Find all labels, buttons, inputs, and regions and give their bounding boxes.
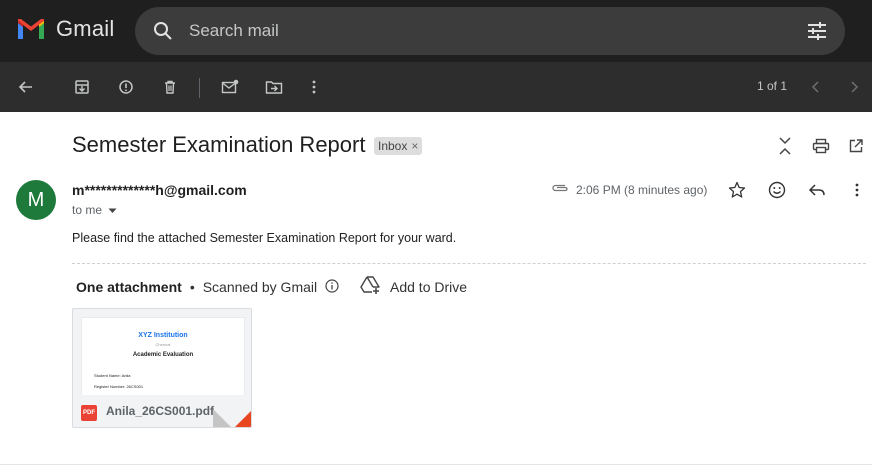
search-icon[interactable] (151, 19, 175, 48)
pdf-icon: PDF (81, 405, 97, 421)
email-body: Please find the attached Semester Examin… (72, 231, 457, 245)
add-to-drive-icon (360, 275, 382, 298)
recipient-row[interactable]: to me (72, 203, 117, 217)
avatar[interactable]: M (16, 180, 56, 220)
delete-icon[interactable] (158, 75, 182, 99)
emoji-icon[interactable] (766, 179, 788, 201)
gmail-wordmark: Gmail (56, 16, 115, 41)
pager-count: 1 of 1 (757, 79, 788, 93)
report-spam-icon[interactable] (114, 75, 138, 99)
add-to-drive-button[interactable]: Add to Drive (360, 275, 467, 298)
inbox-label-chip[interactable]: Inbox × (374, 137, 423, 155)
separator-dot: • (189, 279, 195, 295)
toolbar-divider (199, 78, 200, 98)
gmail-logo[interactable]: Gmail (16, 16, 114, 42)
card-fold-decoration (213, 409, 233, 427)
recipient-label: to me (72, 203, 103, 217)
remove-label-icon[interactable]: × (411, 139, 418, 153)
back-arrow-icon[interactable] (14, 75, 38, 99)
add-to-drive-label: Add to Drive (390, 278, 468, 295)
star-icon[interactable] (726, 179, 748, 201)
more-vert-icon[interactable] (302, 75, 326, 99)
bottom-divider (0, 464, 872, 465)
mark-unread-icon[interactable] (218, 75, 242, 99)
gmail-logo-icon (18, 19, 44, 39)
attachment-summary: One attachment • Scanned by Gmail (76, 278, 339, 296)
scan-status: Scanned by Gmail (202, 279, 318, 295)
attachment-clip-icon (550, 181, 570, 200)
more-vert-icon[interactable] (846, 179, 868, 201)
print-icon[interactable] (810, 135, 832, 157)
archive-icon[interactable] (70, 75, 94, 99)
attachment-count: One attachment (76, 279, 182, 295)
attachment-divider (72, 263, 866, 264)
tune-icon[interactable] (805, 19, 829, 48)
dropdown-arrow-icon[interactable] (108, 203, 117, 217)
preview-institution: XYZ Institution (138, 332, 188, 339)
card-corner-decoration (233, 409, 251, 427)
search-bar[interactable] (135, 7, 845, 55)
top-bar: Gmail (0, 0, 872, 62)
open-new-window-icon[interactable] (845, 135, 867, 157)
move-to-icon[interactable] (262, 75, 286, 99)
sender-address[interactable]: m*************h@gmail.com (72, 182, 247, 198)
email-subject: Semester Examination Report (72, 132, 366, 157)
chevron-right-icon[interactable] (842, 75, 866, 99)
preview-subtitle: Chennai (155, 342, 171, 347)
attachment-preview: XYZ Institution Chennai Academic Evaluat… (81, 317, 245, 401)
reply-icon[interactable] (806, 179, 828, 201)
chevron-left-icon[interactable] (804, 75, 828, 99)
attachment-footer: PDF Anila_26CS001.pdf (73, 395, 251, 427)
email-timestamp: 2:06 PM (8 minutes ago) (576, 183, 708, 197)
attachment-card[interactable]: XYZ Institution Chennai Academic Evaluat… (72, 308, 252, 428)
preview-line: Register Number: 26CS001 (94, 384, 144, 389)
message-toolbar: 1 of 1 (0, 62, 872, 112)
inbox-label: Inbox (378, 139, 408, 153)
search-input[interactable] (189, 17, 749, 45)
preview-heading: Academic Evaluation (132, 352, 194, 358)
attachment-filename: Anila_26CS001.pdf (106, 404, 215, 418)
info-icon[interactable] (325, 278, 339, 296)
preview-line: Student Name: Anila (94, 373, 131, 378)
collapse-icon[interactable] (774, 135, 796, 157)
